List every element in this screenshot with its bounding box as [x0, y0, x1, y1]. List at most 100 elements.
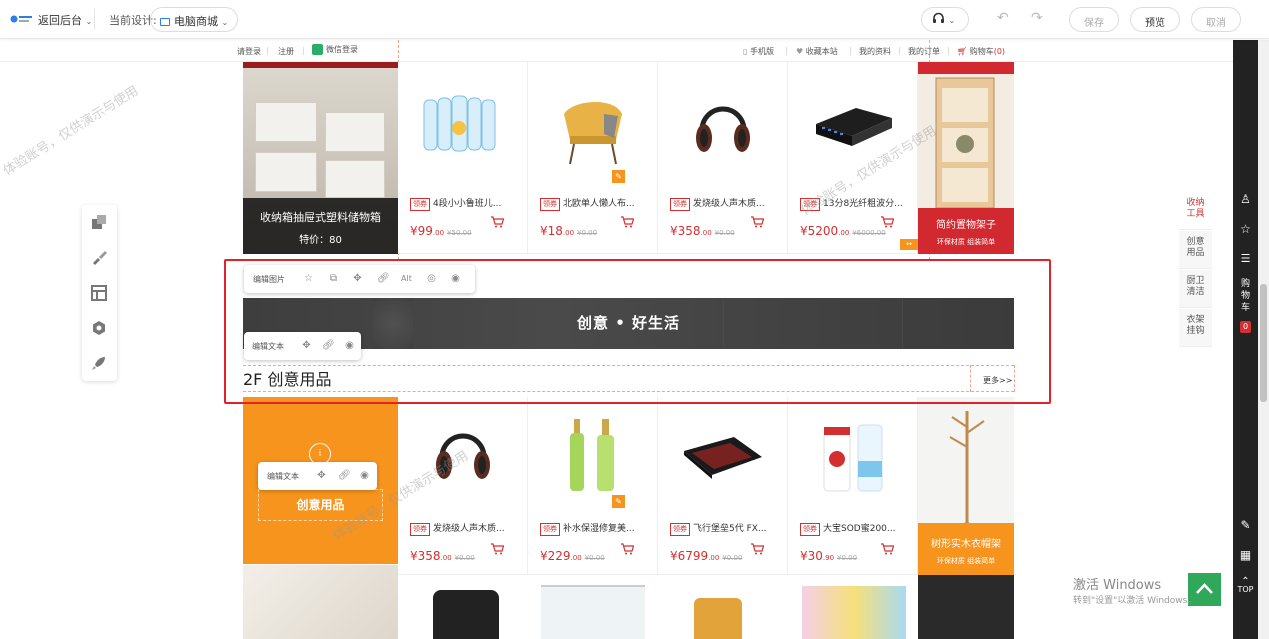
style-icon[interactable]: ◎: [426, 273, 437, 284]
product-name: 大宝SOD蜜200...: [823, 524, 896, 534]
product-name: 发烧级人声木质...: [693, 199, 765, 209]
my-profile-link[interactable]: 我的资料: [859, 46, 891, 57]
eye-icon[interactable]: ◉: [344, 340, 355, 351]
preview-button[interactable]: 预览: [1130, 7, 1180, 32]
edit-pencil-icon[interactable]: ✎: [612, 170, 625, 183]
cart-link[interactable]: 🛒︎ 购物车(0): [957, 46, 1005, 57]
original-price: ¥6000.00: [852, 229, 886, 237]
add-to-cart-icon[interactable]: [880, 216, 894, 228]
product-card[interactable]: 领券 4段小小鲁班儿... ¥99.00 ¥50.00: [398, 62, 528, 254]
divider: |: [302, 46, 305, 55]
user-icon[interactable]: ♙: [1233, 192, 1258, 206]
star-icon[interactable]: ☆: [303, 273, 314, 284]
product-title: 领券 发烧级人声木质...: [670, 196, 782, 211]
product-card[interactable]: 领券 发烧级人声木质... ¥358.00 ¥0.00: [658, 62, 788, 254]
star-icon[interactable]: ☆: [1233, 222, 1258, 236]
favorite-link[interactable]: ♥ 收藏本站: [796, 46, 838, 57]
coupon-badge[interactable]: 领券: [410, 198, 430, 211]
product-price: ¥358.00 ¥0.00: [670, 224, 735, 238]
floor-title[interactable]: 2F 创意用品: [243, 366, 331, 390]
category-item[interactable]: 创意 用品: [1179, 231, 1212, 269]
category-item[interactable]: 厨卫 清洁: [1179, 270, 1212, 308]
brush-icon[interactable]: [91, 249, 107, 265]
add-to-cart-icon[interactable]: [880, 543, 894, 555]
add-to-cart-icon[interactable]: [620, 543, 634, 555]
mobile-link[interactable]: ▯ 手机版: [743, 46, 774, 57]
resize-handle-icon[interactable]: ↔: [900, 239, 918, 250]
move-icon[interactable]: ✥: [316, 470, 327, 481]
product-card[interactable]: 领券 飞行堡垒5代 FX... ¥6799.00 ¥0.00: [658, 397, 788, 575]
eye-icon[interactable]: ◉: [450, 273, 461, 284]
edit-text-button[interactable]: 编辑文本: [267, 471, 299, 482]
coupon-badge[interactable]: 领券: [670, 523, 690, 536]
category-item[interactable]: 收纳 工具: [1179, 192, 1212, 230]
page-scrollbar[interactable]: [1258, 40, 1269, 639]
back-to-top-link[interactable]: TOP: [1233, 585, 1258, 594]
link-icon[interactable]: 🔗︎: [377, 273, 390, 284]
edit-image-button[interactable]: 编辑图片: [253, 274, 285, 285]
edit-text-button[interactable]: 编辑文本: [252, 341, 284, 352]
move-icon[interactable]: ✥: [301, 340, 312, 351]
coupon-badge[interactable]: 领券: [540, 198, 560, 211]
coupon-badge[interactable]: 领券: [540, 523, 560, 536]
original-price: ¥0.00: [584, 554, 605, 562]
list-icon[interactable]: ☰: [1233, 252, 1258, 265]
original-price: ¥50.00: [447, 229, 472, 237]
login-link[interactable]: 请登录: [237, 46, 261, 57]
product-card[interactable]: 领券 大宝SOD蜜200... ¥30.90 ¥0.00: [788, 397, 918, 575]
add-to-cart-icon[interactable]: [490, 543, 504, 555]
qrcode-icon[interactable]: ▦: [1233, 548, 1258, 562]
product-name: 发烧级人声木质...: [433, 524, 505, 534]
more-link[interactable]: 更多>>: [983, 375, 1012, 386]
add-to-cart-icon[interactable]: [750, 216, 764, 228]
alt-text-button[interactable]: Alt: [401, 274, 412, 283]
save-button[interactable]: 保存: [1069, 7, 1119, 32]
banner-text: 创意 • 好生活: [576, 314, 681, 332]
link-icon[interactable]: 🔗︎: [322, 340, 335, 351]
wechat-login-link[interactable]: 微信登录: [312, 44, 358, 55]
component-palette: [82, 205, 117, 381]
layers-icon[interactable]: [91, 214, 107, 230]
promo-coat-rack[interactable]: 树形实木衣帽架 环保材质 组装简单: [918, 397, 1014, 575]
guide-line: [243, 391, 1014, 392]
back-to-admin-button[interactable]: 返回后台 ⌄: [38, 12, 92, 28]
my-orders-link[interactable]: 我的订单: [908, 46, 940, 57]
promo-storage-box[interactable]: 收纳箱抽屉式塑料储物箱 特价：80: [243, 62, 398, 254]
device-select[interactable]: 电脑商城 ⌄: [150, 7, 238, 32]
promo-shelf[interactable]: 简约置物架子 环保材质 组装简单 ↔: [900, 62, 1014, 254]
editor-top-bar: 返回后台 ⌄ 当前设计: 电脑商城 ⌄ ⌄ ↶ ↷ 保存 预览 取消: [0, 0, 1269, 39]
divider: |: [898, 46, 901, 55]
price-decimal: .90: [822, 554, 835, 562]
eye-icon[interactable]: ◉: [359, 470, 370, 481]
redo-icon[interactable]: ↷: [1031, 10, 1043, 26]
phone-icon: ▯: [743, 47, 748, 56]
undo-icon[interactable]: ↶: [997, 10, 1009, 26]
coupon-badge[interactable]: 领券: [800, 523, 820, 536]
coupon-badge[interactable]: 领券: [410, 523, 430, 536]
product-card[interactable]: ✎ 领券 北欧单人懒人布... ¥18.00 ¥0.00: [528, 62, 658, 254]
category-item[interactable]: 衣架 挂钩: [1179, 309, 1212, 347]
move-icon[interactable]: ✥: [352, 273, 363, 284]
cart-sidebar-label[interactable]: 购物车: [1233, 278, 1258, 314]
rocket-icon[interactable]: [91, 355, 107, 371]
floor-category-nav: 收纳 工具 创意 用品 厨卫 清洁 衣架 挂钩: [1179, 192, 1212, 347]
add-to-cart-icon[interactable]: [490, 216, 504, 228]
coupon-badge[interactable]: 领券: [670, 198, 690, 211]
layout-icon[interactable]: [91, 285, 107, 301]
crop-icon[interactable]: ⧉: [328, 273, 339, 284]
customer-service-button[interactable]: ⌄: [921, 7, 969, 32]
settings-icon[interactable]: [91, 320, 107, 336]
add-to-cart-icon[interactable]: [750, 543, 764, 555]
add-to-cart-icon[interactable]: [620, 216, 634, 228]
price-integer: ¥5200: [800, 224, 839, 238]
edit-pencil-icon[interactable]: ✎: [612, 495, 625, 508]
headset-icon: [933, 12, 944, 23]
scrollbar-thumb[interactable]: [1260, 284, 1267, 402]
price-decimal: .00: [432, 229, 445, 237]
cancel-button[interactable]: 取消: [1191, 7, 1241, 32]
promo-partial[interactable]: [243, 565, 398, 639]
product-card[interactable]: ✎ 领券 补水保湿修复美... ¥229.00 ¥0.00: [528, 397, 658, 575]
link-icon[interactable]: 🔗︎: [338, 470, 351, 481]
edit-icon[interactable]: ✎: [1233, 518, 1258, 532]
register-link[interactable]: 注册: [278, 46, 294, 57]
